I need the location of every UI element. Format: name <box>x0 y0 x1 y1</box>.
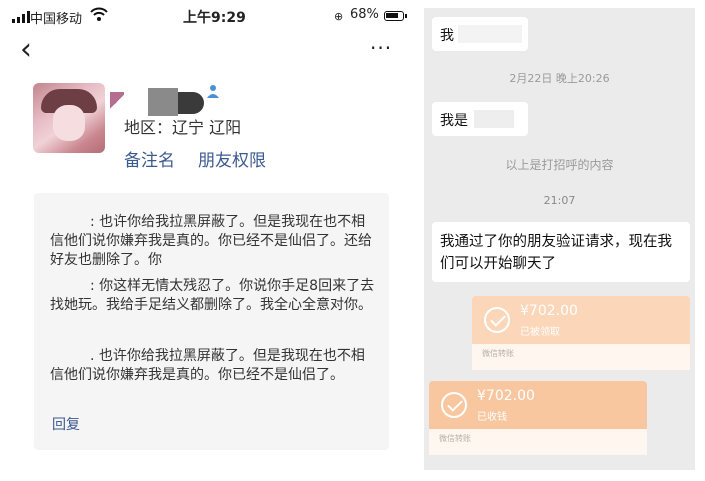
transfer-status: 已被领取 <box>520 327 560 338</box>
transfer-label: 微信转账 <box>439 434 471 443</box>
system-note: 以上是打招呼的内容 <box>505 158 614 172</box>
name-redaction <box>474 110 514 128</box>
transfer-label: 微信转账 <box>482 349 514 358</box>
name-redaction <box>50 216 90 228</box>
remark-link[interactable]: 备注名 <box>124 146 175 171</box>
timestamp: 21:07 <box>543 194 576 207</box>
carrier-label: 中国移动 <box>30 12 83 27</box>
comment-item: . 也许你给我拉黑屏蔽了。但是我现在也不相信他们说你嫌弃我是真的。你已经不是仙侣… <box>50 347 375 385</box>
battery-percent: 68% <box>350 7 379 22</box>
alarm-icon: ⊕ <box>334 10 344 23</box>
reply-link[interactable]: 回复 <box>52 414 80 434</box>
comment-text: : 你这样无情太残忍了。你说你手足8回来了去找她玩。我给手足结义都删除了。我全心… <box>50 278 375 313</box>
name-redaction <box>178 92 204 114</box>
region-label: 地区：辽宁 辽阳 <box>124 118 242 137</box>
comment-text: : 也许你给我拉黑屏蔽了。但是我现在也不相信他们说你嫌弃我是真的。你已经不是仙侣… <box>50 214 372 268</box>
avatar[interactable] <box>33 83 105 153</box>
check-icon <box>484 307 510 333</box>
transfer-card[interactable]: ¥702.00 已收钱 微信转账 <box>429 381 647 455</box>
check-icon <box>441 392 467 418</box>
more-icon[interactable]: ··· <box>370 38 392 58</box>
name-redaction <box>458 25 522 43</box>
bubble-text: 我是 <box>440 113 468 129</box>
wifi-icon <box>90 7 108 21</box>
transfer-status: 已收钱 <box>477 412 507 423</box>
name-redaction <box>110 92 124 112</box>
comment-card: : 也许你给我拉黑屏蔽了。但是我现在也不相信他们说你嫌弃我是真的。你已经不是仙侣… <box>34 193 389 450</box>
comment-item: : 你这样无情太残忍了。你说你手足8回来了去找她玩。我给手足结义都删除了。我全心… <box>50 277 375 315</box>
bubble-text: 我通过了你的朋友验证请求，现在我们可以开始聊天了 <box>440 234 672 272</box>
person-icon <box>207 85 219 98</box>
chat-screen: 我 2月22日 晚上20:26 我是 以上是打招呼的内容 21:07 我通过了你… <box>424 8 695 470</box>
clock: 上午9:29 <box>183 10 246 26</box>
permission-link[interactable]: 朋友权限 <box>198 146 266 171</box>
back-icon[interactable]: ‹ <box>20 35 40 65</box>
name-redaction <box>50 350 90 362</box>
transfer-amount: ¥702.00 <box>477 388 535 404</box>
transfer-card[interactable]: ¥702.00 已被领取 微信转账 <box>472 296 690 370</box>
name-redaction <box>50 280 90 292</box>
timestamp: 2月22日 晚上20:26 <box>509 72 610 85</box>
bubble-text: 我 <box>440 28 454 44</box>
profile-screen: 中国移动 上午9:29 ⊕ 68% ‹ ··· 地区：辽宁 辽阳 备注名 朋友权… <box>0 0 408 481</box>
signal-icon <box>12 11 30 23</box>
status-bar: 中国移动 上午9:29 ⊕ 68% <box>0 0 408 34</box>
battery-icon <box>384 11 407 21</box>
name-redaction <box>148 88 178 116</box>
chat-bubble[interactable]: 我通过了你的朋友验证请求，现在我们可以开始聊天了 <box>432 222 690 282</box>
comment-text: . 也许你给我拉黑屏蔽了。但是我现在也不相信他们说你嫌弃我是真的。你已经不是仙侣… <box>50 348 365 383</box>
comment-item: : 也许你给我拉黑屏蔽了。但是我现在也不相信他们说你嫌弃我是真的。你已经不是仙侣… <box>50 213 375 270</box>
chat-bubble[interactable]: 我 <box>432 17 528 51</box>
transfer-amount: ¥702.00 <box>520 303 578 319</box>
chat-bubble[interactable]: 我是 <box>432 102 528 136</box>
